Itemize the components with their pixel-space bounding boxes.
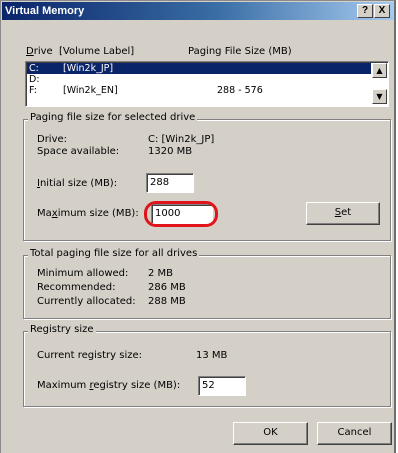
drive-header-rest: rive: [33, 46, 53, 57]
red-highlight-circle: [144, 201, 218, 227]
title-bar[interactable]: Virtual Memory ? X: [2, 2, 394, 20]
maximum-registry-size-label: Maximum registry size (MB):: [37, 380, 180, 391]
drive-row-f[interactable]: F: [Win2k_EN] 288 - 576: [27, 85, 371, 96]
maximum-size-label-pre: Ma: [37, 208, 52, 219]
current-registry-size-value: 13 MB: [196, 350, 228, 361]
drive-row-d[interactable]: D:: [27, 74, 371, 85]
drive-value: C: [Win2k_JP]: [148, 134, 215, 145]
registry-size-group-title: Registry size: [28, 324, 96, 335]
drive-header-hotkey: D: [26, 46, 34, 57]
recommended-value: 286 MB: [148, 282, 186, 293]
maximum-registry-size-input[interactable]: 52: [198, 376, 246, 396]
drive-row-c[interactable]: C: [Win2k_JP]: [27, 63, 371, 74]
drive-column-header: Drive: [26, 46, 53, 57]
volume-label-header: [Volume Label]: [59, 46, 135, 57]
ok-button[interactable]: OK: [233, 422, 308, 445]
drive-label: Drive:: [37, 134, 68, 145]
maximum-size-label: Maximum size (MB):: [37, 208, 139, 219]
paging-size-header: Paging File Size (MB): [188, 46, 292, 57]
virtual-memory-dialog: Virtual Memory ? X Drive [Volume Label] …: [0, 0, 396, 453]
selected-drive-group-title: Paging file size for selected drive: [28, 112, 198, 123]
help-button[interactable]: ?: [357, 4, 373, 18]
currently-allocated-label: Currently allocated:: [37, 296, 136, 307]
initial-size-label-rest: nitial size (MB):: [39, 178, 118, 189]
minimum-allowed-value: 2 MB: [148, 268, 174, 279]
cancel-button[interactable]: Cancel: [317, 422, 392, 445]
scroll-down-arrow-icon[interactable]: ▼: [372, 89, 387, 104]
total-paging-group-title: Total paging file size for all drives: [28, 248, 200, 259]
currently-allocated-value: 288 MB: [148, 296, 186, 307]
drive-paging-size: 288 - 576: [217, 85, 263, 96]
maximum-registry-label-rest: egistry size (MB):: [93, 380, 181, 391]
drive-letter: D:: [29, 74, 40, 85]
drive-listbox[interactable]: C: [Win2k_JP] D: F: [Win2k_EN] 288 - 576…: [25, 61, 389, 107]
maximum-size-label-rest: imum size (MB):: [57, 208, 139, 219]
initial-size-label: Initial size (MB):: [37, 178, 117, 189]
set-button[interactable]: Set: [306, 202, 380, 225]
space-available-label: Space available:: [37, 146, 120, 157]
drive-letter: C:: [29, 63, 39, 74]
space-available-value: 1320 MB: [148, 146, 193, 157]
minimum-allowed-label: Minimum allowed:: [37, 268, 129, 279]
recommended-label: Recommended:: [37, 282, 116, 293]
maximum-registry-label-pre: Maximum: [37, 380, 90, 391]
window-title: Virtual Memory: [5, 5, 85, 17]
initial-size-input[interactable]: 288: [146, 173, 194, 193]
current-registry-size-label: Current registry size:: [37, 350, 143, 361]
drive-volume-label: [Win2k_JP]: [63, 63, 114, 74]
drive-letter: F:: [29, 85, 37, 96]
scroll-up-arrow-icon[interactable]: ▲: [372, 63, 387, 78]
close-button[interactable]: X: [374, 4, 390, 18]
drive-volume-label: [Win2k_EN]: [63, 85, 118, 96]
set-button-rest: et: [341, 207, 352, 218]
